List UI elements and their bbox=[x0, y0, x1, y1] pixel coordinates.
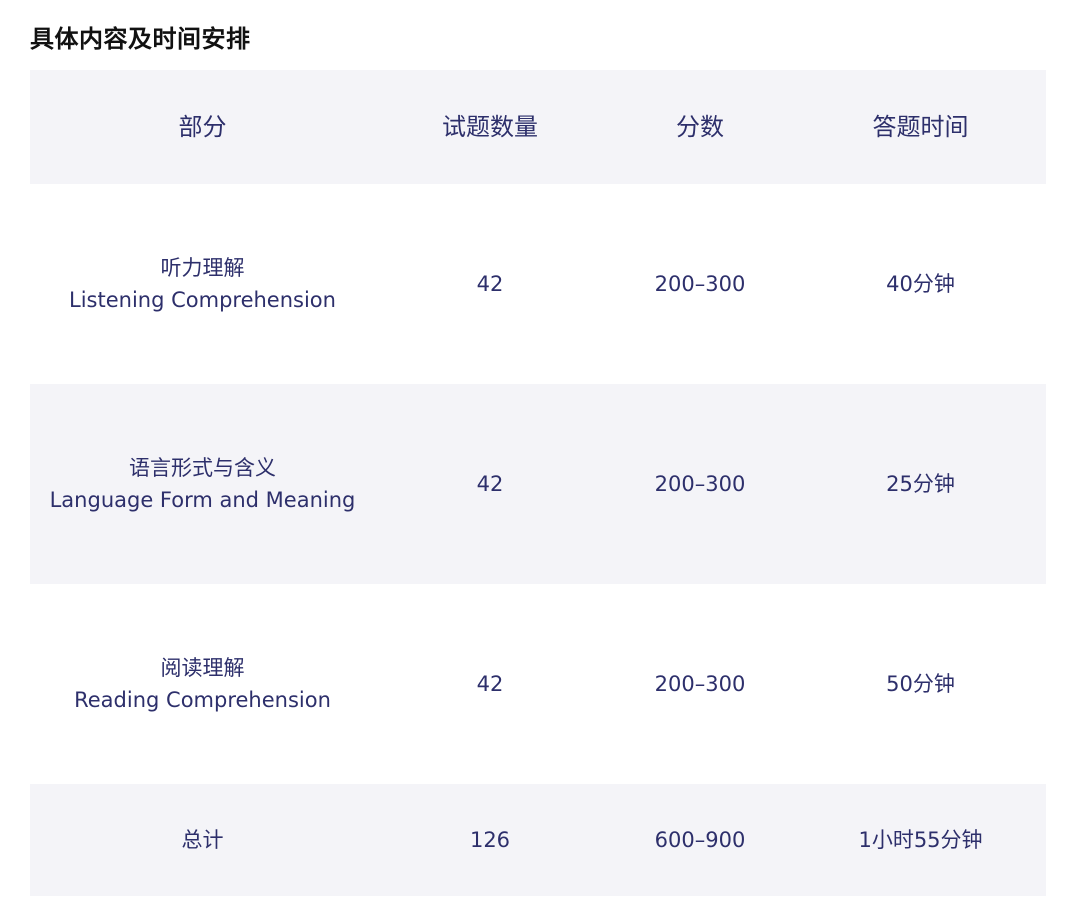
table-total-row: 总计 126 600–900 1小时55分钟 bbox=[30, 784, 1046, 896]
page-title: 具体内容及时间安排 bbox=[30, 25, 251, 53]
header-time: 答题时间 bbox=[795, 70, 1046, 184]
part-cell: 听力理解 Listening Comprehension bbox=[30, 184, 375, 384]
part-name-en: Reading Comprehension bbox=[74, 688, 331, 712]
total-label-cell: 总计 bbox=[30, 784, 375, 896]
table-row: 语言形式与含义 Language Form and Meaning 42 200… bbox=[30, 384, 1046, 584]
header-part: 部分 bbox=[30, 70, 375, 184]
score-cell: 200–300 bbox=[605, 384, 795, 584]
schedule-table: 部分 试题数量 分数 答题时间 听力理解 Listening Comprehen… bbox=[30, 70, 1046, 896]
table-row: 阅读理解 Reading Comprehension 42 200–300 50… bbox=[30, 584, 1046, 784]
part-cell: 阅读理解 Reading Comprehension bbox=[30, 584, 375, 784]
time-cell: 25分钟 bbox=[795, 384, 1046, 584]
time-cell: 50分钟 bbox=[795, 584, 1046, 784]
table-row: 听力理解 Listening Comprehension 42 200–300 … bbox=[30, 184, 1046, 384]
table-header-row: 部分 试题数量 分数 答题时间 bbox=[30, 70, 1046, 184]
count-cell: 42 bbox=[375, 384, 605, 584]
part-name-zh: 听力理解 bbox=[160, 256, 245, 280]
count-cell: 42 bbox=[375, 184, 605, 384]
part-name-en: Listening Comprehension bbox=[69, 288, 336, 312]
time-cell: 40分钟 bbox=[795, 184, 1046, 384]
score-cell: 200–300 bbox=[605, 184, 795, 384]
count-cell: 42 bbox=[375, 584, 605, 784]
total-count-cell: 126 bbox=[375, 784, 605, 896]
total-time-cell: 1小时55分钟 bbox=[795, 784, 1046, 896]
header-count: 试题数量 bbox=[375, 70, 605, 184]
score-cell: 200–300 bbox=[605, 584, 795, 784]
part-cell: 语言形式与含义 Language Form and Meaning bbox=[30, 384, 375, 584]
part-name-zh: 语言形式与含义 bbox=[129, 456, 276, 480]
part-name-zh: 阅读理解 bbox=[160, 656, 245, 680]
total-score-cell: 600–900 bbox=[605, 784, 795, 896]
part-name-en: Language Form and Meaning bbox=[49, 488, 356, 512]
header-score: 分数 bbox=[605, 70, 795, 184]
